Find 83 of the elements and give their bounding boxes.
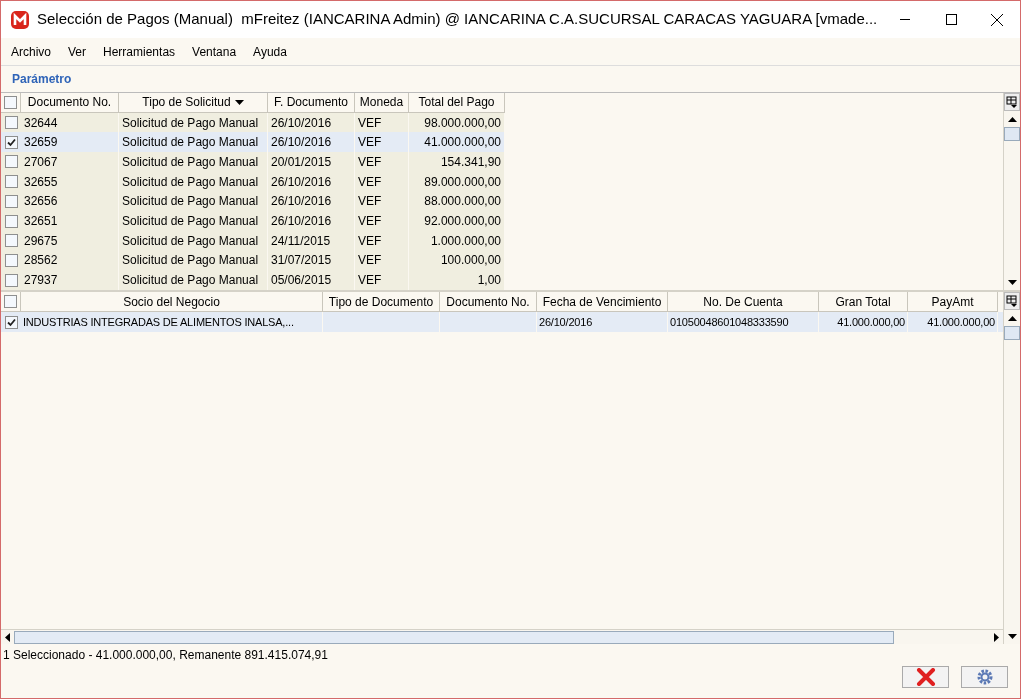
horizontal-scrollbar[interactable] <box>1 629 1003 644</box>
app-logo-icon <box>11 10 29 29</box>
checkbox[interactable] <box>4 273 18 287</box>
checkbox[interactable] <box>4 194 18 208</box>
table-cell: Solicitud de Pago Manual <box>119 211 268 231</box>
status-text: 1 Seleccionado - 41.000.000,00, Remanente 891.415.074,91 <box>3 647 328 664</box>
vertical-scrollbar[interactable] <box>1003 93 1020 290</box>
table-cell: 1,00 <box>409 270 505 291</box>
cross-icon <box>915 668 936 686</box>
checkbox[interactable] <box>4 116 18 130</box>
table-cell: VEF <box>355 230 409 251</box>
menu-item[interactable]: Herramientas <box>103 42 176 61</box>
scroll-left-icon[interactable] <box>5 632 10 642</box>
table-cell: Solicitud de Pago Manual <box>119 230 268 251</box>
table-cell: 92.000.000,00 <box>409 211 505 231</box>
scroll-thumb[interactable] <box>1004 326 1020 340</box>
table-cell: 26/10/2016 <box>268 211 355 231</box>
checkbox[interactable] <box>4 315 18 329</box>
table-row[interactable]: 32656 Solicitud de Pago Manual 26/10/2016 VEF 88.000.000,00 <box>1 191 505 212</box>
table-cell: 29675 <box>21 230 119 251</box>
table-row[interactable]: 28562 Solicitud de Pago Manual 31/07/2015 VEF 100.000,00 <box>1 250 505 271</box>
checkbox[interactable] <box>4 95 17 109</box>
checkbox[interactable] <box>4 175 18 189</box>
settings-button[interactable] <box>961 666 1008 688</box>
table-cell: Solicitud de Pago Manual <box>119 270 268 291</box>
table-cell: VEF <box>355 211 409 231</box>
table-cell: 1.000.000,00 <box>409 230 505 251</box>
checkbox[interactable] <box>4 295 17 308</box>
window-title: Selección de Pagos (Manual) mFreitez (IANCARINA Admin) @ IANCARINA C.A.SUCURSAL CARACAS YAGUARA [vmade... <box>37 9 878 30</box>
menu-item[interactable]: Archivo <box>11 42 51 61</box>
table-row[interactable]: 29675 Solicitud de Pago Manual 24/11/2015 VEF 1.000.000,00 <box>1 230 505 251</box>
scroll-thumb[interactable] <box>1004 127 1020 141</box>
table-row[interactable]: 27067 Solicitud de Pago Manual 20/01/2015 VEF 154.341,90 <box>1 152 505 172</box>
minimize-icon <box>900 19 910 20</box>
close-icon <box>991 13 1003 26</box>
table-row[interactable]: INDUSTRIAS INTEGRADAS DE ALIMENTOS INALSA,... 26/10/2016 01050048601048333590 41.000.000,00 41.000.000,00 <box>1 312 1003 332</box>
table-row[interactable]: 32659 Solicitud de Pago Manual 26/10/2016 VEF 41.000.000,00 <box>1 132 505 153</box>
table-row[interactable]: 27937 Solicitud de Pago Manual 05/06/2015 VEF 1,00 <box>1 270 505 291</box>
table-cell: 26/10/2016 <box>268 171 355 192</box>
scroll-right-icon[interactable] <box>994 632 999 642</box>
column-chooser-icon[interactable] <box>1004 93 1020 111</box>
scroll-thumb[interactable] <box>14 630 894 644</box>
table-cell: INDUSTRIAS INTEGRADAS DE ALIMENTOS INALSA,... <box>21 312 323 332</box>
table-cell: 05/06/2015 <box>268 270 355 291</box>
table-cell: 27067 <box>21 152 119 172</box>
table-cell: 154.341,90 <box>409 152 505 172</box>
table-cell: 32655 <box>21 171 119 192</box>
checkbox[interactable] <box>4 214 18 228</box>
section-title: Parámetro <box>12 71 72 88</box>
table-cell: Solicitud de Pago Manual <box>119 152 268 172</box>
table-cell: Solicitud de Pago Manual <box>119 171 268 192</box>
checkbox[interactable] <box>4 253 18 267</box>
table-cell: 20/01/2015 <box>268 152 355 172</box>
menu-item[interactable]: Ventana <box>192 42 237 61</box>
column-chooser-icon[interactable] <box>1004 292 1020 310</box>
table-row[interactable]: 32644 Solicitud de Pago Manual 26/10/2016 VEF 98.000.000,00 <box>1 112 505 133</box>
table-cell: VEF <box>355 171 409 192</box>
vertical-scrollbar[interactable] <box>1003 292 1020 644</box>
checkbox[interactable] <box>4 155 18 169</box>
checkbox[interactable] <box>4 135 18 149</box>
table-cell: VEF <box>355 270 409 291</box>
table-cell: 24/11/2015 <box>268 230 355 251</box>
column-header[interactable]: Total del Pago <box>409 93 505 113</box>
table-cell: 27937 <box>21 270 119 291</box>
table-cell: 32651 <box>21 211 119 231</box>
column-header[interactable]: Documento No. <box>21 93 119 113</box>
settings-icon <box>975 668 994 686</box>
table-cell: 26/10/2016 <box>537 312 668 332</box>
table-cell: 41.000.000,00 <box>819 312 908 332</box>
table-cell: 41.000.000,00 <box>908 312 998 332</box>
column-header[interactable]: Moneda <box>355 93 409 113</box>
table-row[interactable]: 32651 Solicitud de Pago Manual 26/10/2016 VEF 92.000.000,00 <box>1 211 505 231</box>
checkbox[interactable] <box>4 234 18 248</box>
menu-item[interactable]: Ayuda <box>253 42 287 61</box>
cancel-button[interactable] <box>902 666 949 688</box>
table-row[interactable]: 32655 Solicitud de Pago Manual 26/10/2016 VEF 89.000.000,00 <box>1 171 505 192</box>
menu-item[interactable]: Ver <box>68 42 87 61</box>
column-header[interactable]: F. Documento <box>268 93 355 113</box>
table-cell: 01050048601048333590 <box>668 312 819 332</box>
column-header[interactable]: Tipo de Solicitud <box>119 93 268 113</box>
table-cell: 89.000.000,00 <box>409 171 505 192</box>
table-cell: VEF <box>355 152 409 172</box>
maximize-icon <box>945 14 957 25</box>
